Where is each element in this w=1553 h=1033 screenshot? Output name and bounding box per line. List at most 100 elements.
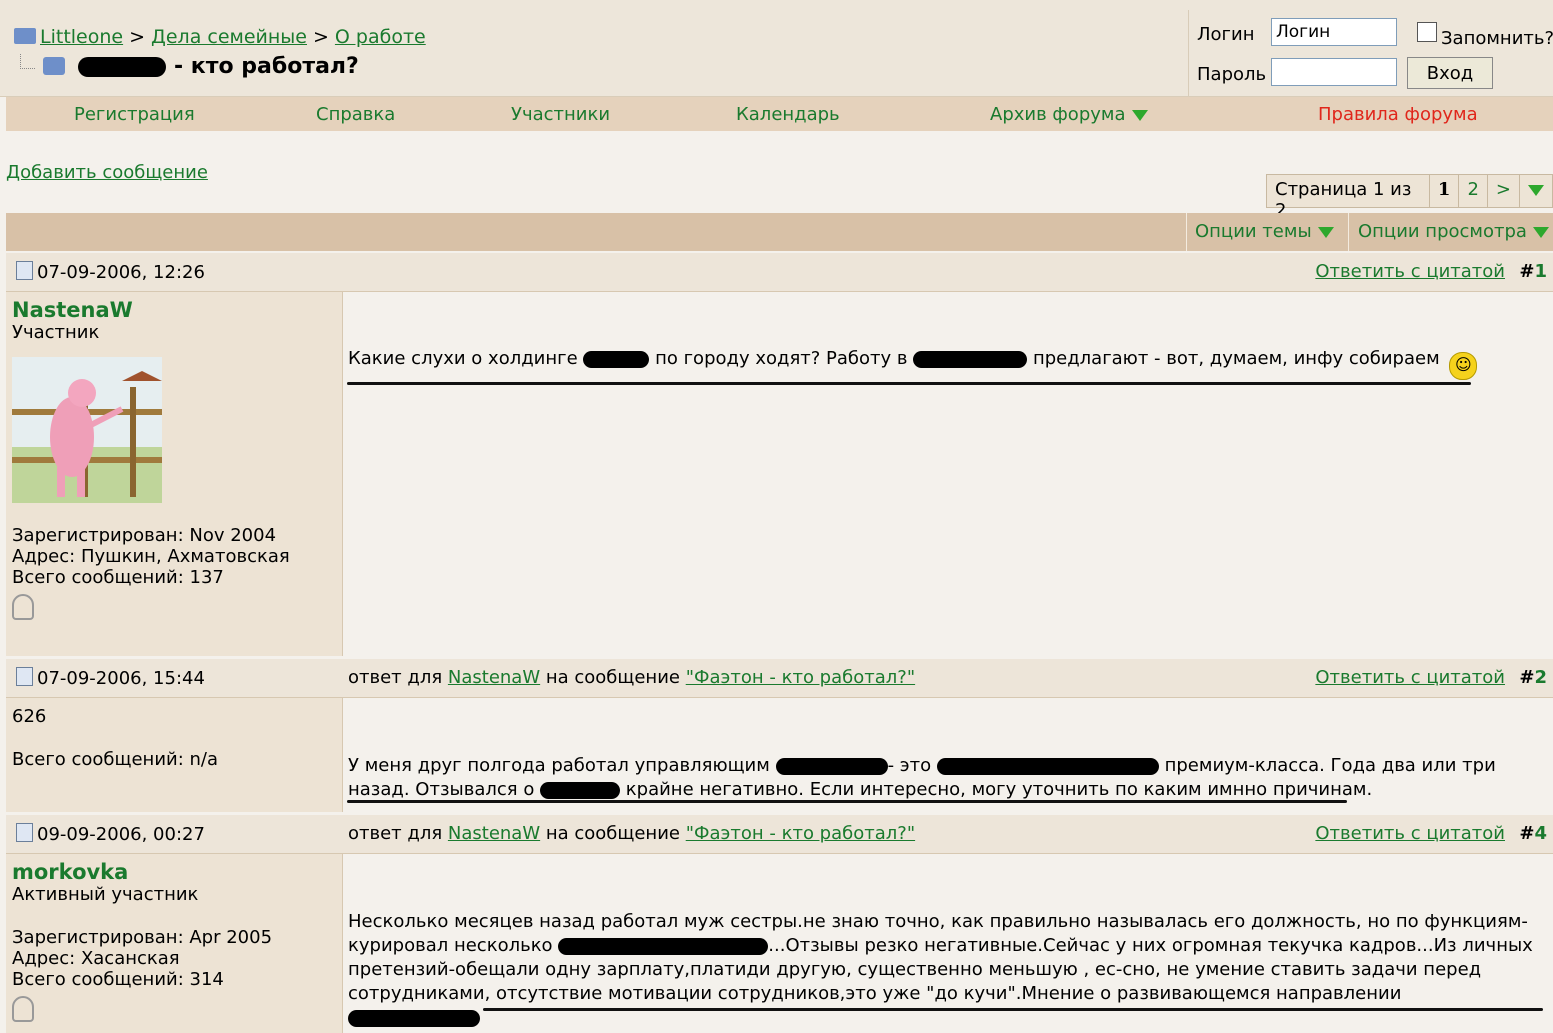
breadcrumb-family[interactable]: Дела семейные — [151, 26, 307, 48]
user-info: NastenaW Участник Зарегистрирован: Nov 2… — [6, 292, 343, 656]
login-button[interactable]: Вход — [1407, 57, 1493, 89]
page-current: 1 — [1428, 175, 1459, 207]
username-link[interactable]: morkovka — [12, 860, 128, 884]
breadcrumb-littleone[interactable]: Littleone — [40, 26, 123, 48]
breadcrumb: Littleone > Дела семейные > О работе — [14, 26, 426, 48]
reply-message-link[interactable]: "Фаэтон - кто работал?" — [686, 667, 915, 688]
post-icon — [16, 261, 33, 280]
add-message-link[interactable]: Добавить сообщение — [6, 162, 208, 183]
page-title: - кто работал? — [20, 54, 359, 79]
reply-user-link[interactable]: NastenaW — [448, 823, 540, 844]
user-registered: Зарегистрирован: Apr 2005 — [12, 927, 273, 948]
post-body: Какие слухи о холдинге по городу ходят? … — [343, 292, 1553, 656]
user-post-count: Всего сообщений: 137 — [12, 567, 224, 588]
post-date: 09-09-2006, 00:27 — [16, 823, 205, 845]
nav-rules[interactable]: Правила форума — [1318, 104, 1478, 125]
nav-help[interactable]: Справка — [316, 104, 395, 125]
options-bar: Опции темы Опции просмотра — [6, 213, 1553, 251]
reply-message-link[interactable]: "Фаэтон - кто работал?" — [686, 823, 915, 844]
avatar — [12, 357, 162, 503]
nav-archive-label: Архив форума — [990, 104, 1126, 125]
offline-status-icon — [12, 594, 34, 620]
post-icon — [16, 667, 33, 686]
user-registered: Зарегистрирован: Nov 2004 — [12, 525, 277, 546]
login-panel: Логин Запомнить? Пароль Вход — [1188, 10, 1553, 96]
redacted-text — [348, 1009, 480, 1027]
breadcrumb-work[interactable]: О работе — [335, 26, 426, 48]
quote-reply-link[interactable]: Ответить с цитатой — [1315, 667, 1505, 688]
user-rank: Участник — [12, 322, 100, 343]
page-jump-dropdown[interactable] — [1519, 175, 1552, 207]
underline-mark — [483, 1008, 1543, 1011]
pagination: Страница 1 из 2 1 2 > — [1266, 174, 1553, 221]
post-header: 07-09-2006, 15:44 ответ для NastenaW на … — [6, 659, 1553, 698]
dropdown-arrow-icon — [1528, 184, 1544, 196]
view-options[interactable]: Опции просмотра — [1358, 221, 1549, 242]
post-text: У меня друг полгода работал управляющим … — [348, 755, 1496, 800]
dropdown-arrow-icon — [1532, 226, 1549, 238]
login-input[interactable] — [1271, 18, 1397, 46]
nav-calendar[interactable]: Календарь — [736, 104, 840, 125]
tree-branch-icon — [20, 54, 35, 69]
nav-bar: Регистрация Справка Участники Календарь … — [6, 97, 1553, 131]
redacted-text — [775, 757, 888, 775]
redacted-text — [583, 350, 650, 368]
post-number: #2 — [1519, 667, 1547, 688]
post-body: У меня друг полгода работал управляющим … — [343, 698, 1553, 812]
remember-label: Запомнить? — [1441, 28, 1553, 49]
post-icon — [16, 823, 33, 842]
folder-icon — [14, 28, 36, 44]
username-guest: 626 — [12, 706, 47, 727]
folder-open-icon — [42, 57, 65, 75]
dropdown-arrow-icon — [1317, 226, 1334, 238]
user-info: 626 Всего сообщений: n/a — [6, 698, 343, 812]
user-info: morkovka Активный участник Зарегистриров… — [6, 854, 343, 1033]
smile-icon: ☺ — [1449, 352, 1478, 380]
thread-options[interactable]: Опции темы — [1195, 221, 1334, 242]
reply-to: ответ для NastenaW на сообщение "Фаэтон … — [348, 667, 916, 688]
redacted-text — [558, 937, 769, 955]
login-label: Логин — [1197, 24, 1255, 45]
page-next-link[interactable]: > — [1486, 175, 1519, 207]
post-date: 07-09-2006, 15:44 — [16, 667, 205, 689]
post-permalink[interactable]: 2 — [1534, 667, 1547, 688]
post-permalink[interactable]: 4 — [1534, 823, 1547, 844]
username-link[interactable]: NastenaW — [12, 298, 133, 322]
user-address: Адрес: Хасанская — [12, 948, 180, 969]
post-text: Несколько месяцев назад работал муж сест… — [348, 910, 1543, 1030]
post-text: Какие слухи о холдинге по городу ходят? … — [348, 347, 1488, 380]
post-number: #1 — [1519, 261, 1547, 282]
redacted-name — [78, 57, 167, 77]
reply-user-link[interactable]: NastenaW — [448, 667, 540, 688]
post-permalink[interactable]: 1 — [1534, 261, 1547, 282]
user-rank: Активный участник — [12, 884, 199, 905]
quote-reply-link[interactable]: Ответить с цитатой — [1315, 261, 1505, 282]
remember-checkbox[interactable] — [1417, 22, 1437, 42]
nav-members[interactable]: Участники — [511, 104, 610, 125]
underline-mark — [347, 800, 1347, 803]
redacted-text — [540, 781, 621, 799]
post-body: Несколько месяцев назад работал муж сест… — [343, 854, 1553, 1033]
post-header: 07-09-2006, 12:26 Ответить с цитатой #1 — [6, 253, 1553, 292]
dropdown-arrow-icon — [1131, 109, 1148, 121]
post-date: 07-09-2006, 12:26 — [16, 261, 205, 283]
page-2-link[interactable]: 2 — [1458, 175, 1486, 207]
user-address: Адрес: Пушкин, Ахматовская — [12, 546, 290, 567]
quote-reply-link[interactable]: Ответить с цитатой — [1315, 823, 1505, 844]
redacted-text — [913, 350, 1028, 368]
nav-archive[interactable]: Архив форума — [990, 104, 1148, 125]
nav-register[interactable]: Регистрация — [74, 104, 195, 125]
breadcrumb-separator: > — [129, 26, 146, 48]
post-header: 09-09-2006, 00:27 ответ для NastenaW на … — [6, 815, 1553, 854]
user-post-count: Всего сообщений: 314 — [12, 969, 224, 990]
thread-title: - кто работал? — [166, 54, 359, 79]
offline-status-icon — [12, 996, 34, 1022]
underline-mark — [347, 382, 1471, 385]
reply-to: ответ для NastenaW на сообщение "Фаэтон … — [348, 823, 916, 844]
breadcrumb-separator: > — [313, 26, 329, 48]
redacted-text — [936, 757, 1159, 775]
password-input[interactable] — [1271, 58, 1397, 86]
page-label: Страница 1 из 2 — [1275, 179, 1412, 221]
password-label: Пароль — [1197, 64, 1267, 85]
post-number: #4 — [1519, 823, 1547, 844]
